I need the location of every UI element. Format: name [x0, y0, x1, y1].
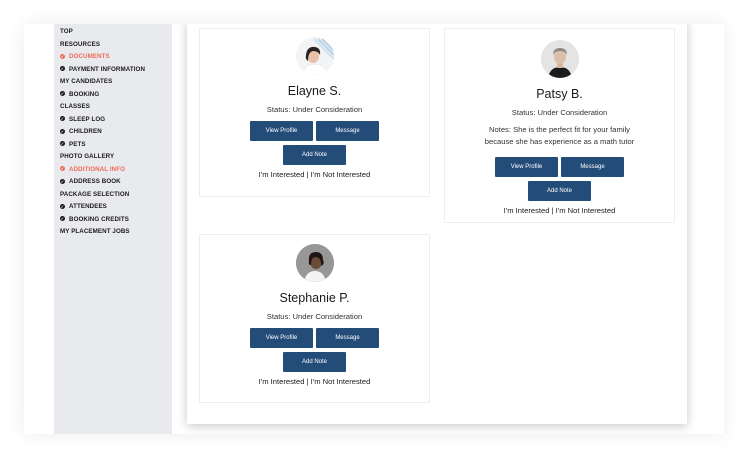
sidebar-item-label: CHILDREN	[69, 128, 102, 135]
sidebar-item-label: ADDITIONAL INFO	[69, 165, 126, 173]
app-frame: TOP RESOURCES ✓ DOCUMENTS ✓ PAYMENT INFORM…	[24, 24, 724, 434]
sidebar-item-pets[interactable]: ✓ PETS	[54, 139, 172, 152]
not-interested-link[interactable]: I'm Not Interested	[311, 170, 371, 179]
sidebar-item-label: RESOURCES	[60, 40, 101, 48]
avatar	[295, 244, 334, 282]
check-circle-icon: ✓	[60, 216, 65, 221]
add-note-button[interactable]: Add Note	[283, 352, 346, 372]
candidate-notes: Notes: She is the perfect fit for your f…	[445, 124, 674, 148]
sidebar-item-sleep-log[interactable]: ✓ SLEEP LOG	[54, 114, 172, 127]
avatar	[295, 37, 334, 75]
avatar	[540, 40, 579, 78]
sidebar-item-label: ATTENDEES	[69, 203, 107, 210]
person-photo-icon	[295, 244, 334, 282]
view-profile-button[interactable]: View Profile	[495, 157, 558, 177]
not-interested-link[interactable]: I'm Not Interested	[311, 377, 371, 386]
candidate-status: Status: Under Consideration	[266, 105, 363, 114]
check-circle-icon: ✓	[60, 178, 65, 184]
sidebar-item-label: DOCUMENTS	[69, 53, 110, 60]
check-circle-icon: ✓	[60, 203, 65, 209]
sidebar-item-photo-gallery[interactable]: PHOTO GALLERY	[54, 151, 172, 164]
interest-links: I'm Interested | I'm Not Interested	[200, 377, 429, 386]
interested-link[interactable]: I'm Interested	[504, 206, 550, 215]
check-circle-icon: ✓	[60, 66, 65, 71]
interested-link[interactable]: I'm Interested	[259, 170, 305, 179]
sidebar-item-label: BOOKING	[69, 90, 100, 98]
check-circle-icon: ✓	[60, 166, 65, 171]
sidebar-item-label: PETS	[69, 140, 86, 148]
check-circle-icon: ✓	[60, 116, 65, 121]
sidebar-item-my-candidates[interactable]: MY CANDIDATES	[54, 76, 172, 89]
left-gutter	[24, 24, 54, 434]
check-circle-icon: ✓	[60, 91, 65, 96]
sidebar-item-top[interactable]: TOP	[54, 26, 172, 39]
sidebar-item-children[interactable]: ✓ CHILDREN	[54, 126, 172, 139]
sidebar-item-booking-credits[interactable]: ✓ BOOKING CREDITS	[54, 214, 172, 227]
add-note-button[interactable]: Add Note	[283, 145, 346, 165]
candidate-status: Status: Under Consideration	[511, 108, 608, 117]
sidebar-item-label: BOOKING CREDITS	[69, 215, 129, 223]
candidate-name: Patsy B.	[536, 87, 583, 101]
candidate-card: Stephanie P. Status: Under Consideration…	[199, 234, 430, 403]
check-circle-icon: ✓	[60, 128, 65, 134]
sidebar-item-label: TOP	[60, 28, 73, 35]
sidebar-item-additional-info[interactable]: ✓ ADDITIONAL INFO	[54, 164, 172, 177]
person-photo-icon	[295, 37, 334, 75]
sidebar-item-booking[interactable]: ✓ BOOKING	[54, 89, 172, 102]
sidebar-item-package-selection[interactable]: PACKAGE SELECTION	[54, 189, 172, 202]
sidebar-item-label: PACKAGE SELECTION	[60, 190, 130, 198]
candidate-name: Elayne S.	[287, 84, 342, 98]
candidate-status: Status: Under Consideration	[266, 312, 363, 321]
sidebar-item-label: MY PLACEMENT JOBS	[60, 228, 130, 235]
notes-line: Notes: She is the perfect fit for your f…	[489, 125, 630, 134]
candidate-name: Stephanie P.	[279, 291, 350, 305]
person-photo-icon	[540, 40, 579, 78]
candidate-card: Elayne S. Status: Under Consideration Vi…	[199, 28, 430, 197]
sidebar-item-payment-information[interactable]: ✓ PAYMENT INFORMATION	[54, 64, 172, 77]
message-button[interactable]: Message	[561, 157, 624, 177]
check-circle-icon: ✓	[60, 141, 65, 146]
candidate-card: Patsy B. Status: Under Consideration Not…	[444, 28, 675, 223]
sidebar-item-label: ADDRESS BOOK	[69, 178, 121, 185]
sidebar-item-label: CLASSES	[60, 103, 90, 110]
sidebar-item-label: PHOTO GALLERY	[60, 153, 115, 160]
candidates-panel: Elayne S. Status: Under Consideration Vi…	[187, 24, 687, 424]
sidebar-item-label: SLEEP LOG	[69, 115, 106, 123]
interest-links: I'm Interested | I'm Not Interested	[200, 170, 429, 179]
check-circle-icon: ✓	[60, 53, 65, 59]
view-profile-button[interactable]: View Profile	[250, 328, 313, 348]
sidebar-item-classes[interactable]: CLASSES	[54, 101, 172, 114]
sidebar-item-label: MY CANDIDATES	[60, 78, 113, 85]
message-button[interactable]: Message	[316, 121, 379, 141]
interested-link[interactable]: I'm Interested	[259, 377, 305, 386]
notes-line: because she has experience as a math tut…	[484, 137, 635, 146]
sidebar-item-resources[interactable]: RESOURCES	[54, 39, 172, 52]
message-button[interactable]: Message	[316, 328, 379, 348]
add-note-button[interactable]: Add Note	[528, 181, 591, 201]
view-profile-button[interactable]: View Profile	[250, 121, 313, 141]
sidebar-nav: TOP RESOURCES ✓ DOCUMENTS ✓ PAYMENT INFORM…	[54, 24, 172, 434]
sidebar-item-documents[interactable]: ✓ DOCUMENTS	[54, 51, 172, 64]
sidebar-item-address-book[interactable]: ✓ ADDRESS BOOK	[54, 176, 172, 189]
sidebar-item-attendees[interactable]: ✓ ATTENDEES	[54, 201, 172, 214]
not-interested-link[interactable]: I'm Not Interested	[556, 206, 616, 215]
sidebar-item-my-placement-jobs[interactable]: MY PLACEMENT JOBS	[54, 226, 172, 239]
interest-links: I'm Interested | I'm Not Interested	[445, 206, 674, 215]
sidebar-item-label: PAYMENT INFORMATION	[69, 65, 146, 73]
